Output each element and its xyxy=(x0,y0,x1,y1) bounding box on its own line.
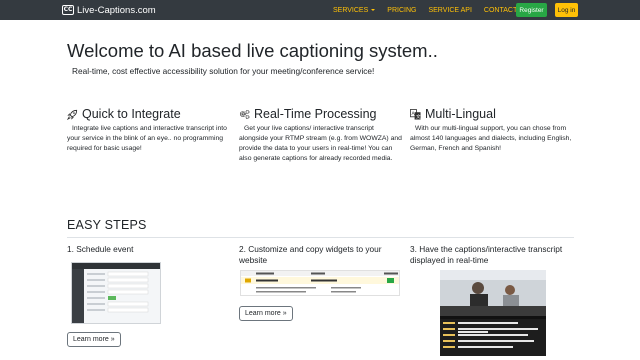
feature-title: Real-Time Processing xyxy=(254,107,377,121)
brand-name: Live-Captions.com xyxy=(77,4,156,16)
step-title: 3. Have the captions/interactive transcr… xyxy=(410,244,563,265)
learn-more-button[interactable]: Learn more » xyxy=(239,306,293,321)
captions-display-screenshot xyxy=(440,270,546,356)
step-customize-widgets: 2. Customize and copy widgets to your we… xyxy=(239,244,403,266)
feature-multi-lingual: A文 Multi-Lingual With our multi-lingual … xyxy=(410,106,574,154)
rocket-icon xyxy=(67,109,78,120)
page-title: Welcome to AI based live captioning syst… xyxy=(67,40,438,61)
register-button[interactable]: Register xyxy=(516,3,547,17)
gears-icon xyxy=(239,109,250,120)
nav-contact[interactable]: CONTACT xyxy=(484,7,517,14)
login-button[interactable]: Log in xyxy=(555,3,578,17)
nav-services[interactable]: SERVICES xyxy=(333,6,376,14)
step-schedule-event: 1. Schedule event xyxy=(67,244,231,255)
feature-real-time: Real-Time Processing Get your live capti… xyxy=(239,106,403,164)
nav-services-label: SERVICES xyxy=(333,6,369,14)
feature-quick-integrate: Quick to Integrate Integrate live captio… xyxy=(67,106,231,154)
feature-text: With our multi-lingual support, you can … xyxy=(410,125,572,152)
step-title: 1. Schedule event xyxy=(67,244,134,254)
nav-pricing[interactable]: PRICING xyxy=(387,7,416,14)
main-nav: SERVICES PRICING SERVICE API CONTACT xyxy=(333,0,529,20)
step-display-captions: 3. Have the captions/interactive transcr… xyxy=(410,244,574,266)
step-title: 2. Customize and copy widgets to your we… xyxy=(239,244,382,265)
brand-link[interactable]: CC Live-Captions.com xyxy=(62,3,156,17)
feature-title: Multi-Lingual xyxy=(425,107,496,121)
divider xyxy=(67,237,574,238)
schedule-event-screenshot xyxy=(71,262,161,324)
top-navbar: CC Live-Captions.com SERVICES PRICING SE… xyxy=(0,0,640,20)
nav-service-api[interactable]: SERVICE API xyxy=(428,7,471,14)
steps-heading: EASY STEPS xyxy=(67,218,147,232)
feature-title: Quick to Integrate xyxy=(82,107,181,121)
feature-text: Get your live captions/ interactive tran… xyxy=(239,125,402,162)
language-icon: A文 xyxy=(410,108,421,120)
learn-more-button[interactable]: Learn more » xyxy=(67,332,121,347)
cc-logo-icon: CC xyxy=(62,5,74,15)
page-subtitle: Real-time, cost effective accessibility … xyxy=(72,66,375,76)
feature-text: Integrate live captions and interactive … xyxy=(67,125,227,152)
chevron-down-icon xyxy=(371,9,376,11)
widget-table-screenshot xyxy=(240,270,400,296)
